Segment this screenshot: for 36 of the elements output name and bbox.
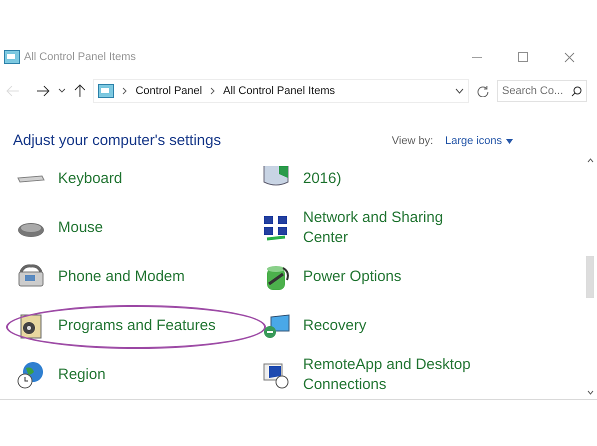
scroll-up-icon[interactable] <box>586 158 594 163</box>
scroll-down-icon[interactable] <box>586 390 594 395</box>
keyboard-icon <box>17 174 45 182</box>
caret-icon <box>506 138 513 144</box>
dropdown-caret-icon[interactable] <box>455 88 464 94</box>
page-heading: Adjust your computer's settings <box>13 130 221 151</box>
window-title: All Control Panel Items <box>24 50 136 65</box>
caret-icon[interactable] <box>58 88 66 94</box>
refresh-icon[interactable] <box>477 85 490 97</box>
maximize-button[interactable] <box>518 52 528 62</box>
breadcrumb-item[interactable]: Control Panel <box>135 82 202 100</box>
control-panel-link[interactable]: Recovery <box>303 316 366 336</box>
up-arrow-icon[interactable] <box>74 84 86 98</box>
forward-arrow-icon[interactable] <box>36 85 50 97</box>
control-panel-link[interactable]: 2016) <box>303 168 342 188</box>
control-panel-link[interactable]: Region <box>58 364 106 384</box>
control-panel-link[interactable]: Keyboard <box>58 168 122 188</box>
scroll-thumb[interactable] <box>586 256 594 298</box>
control-panel-link[interactable]: Power Options <box>303 266 402 286</box>
view-by-label: View by: <box>392 134 434 149</box>
control-panel-link[interactable]: Programs and Features <box>58 316 216 336</box>
search-field[interactable]: Search Co... <box>497 80 588 102</box>
control-panel-link[interactable]: Mouse <box>58 218 104 238</box>
control-panel-link[interactable]: RemoteApp and Desktop Connections <box>303 354 483 394</box>
chevron-icon <box>210 87 216 95</box>
chevron-icon <box>122 87 128 95</box>
view-by-dropdown[interactable]: Large icons <box>445 132 513 150</box>
breadcrumb-item[interactable]: All Control Panel Items <box>223 82 335 100</box>
address-bar[interactable]: Control Panel All Control Panel Items <box>93 79 470 103</box>
control-panel-icon <box>4 50 20 64</box>
close-icon[interactable] <box>564 52 575 62</box>
search-icon[interactable] <box>571 86 582 96</box>
control-panel-link[interactable]: Network and Sharing Center <box>303 208 483 248</box>
control-panel-link[interactable]: Phone and Modem <box>58 266 185 286</box>
control-panel-icon <box>98 84 114 98</box>
globe-clock-icon <box>16 360 46 390</box>
